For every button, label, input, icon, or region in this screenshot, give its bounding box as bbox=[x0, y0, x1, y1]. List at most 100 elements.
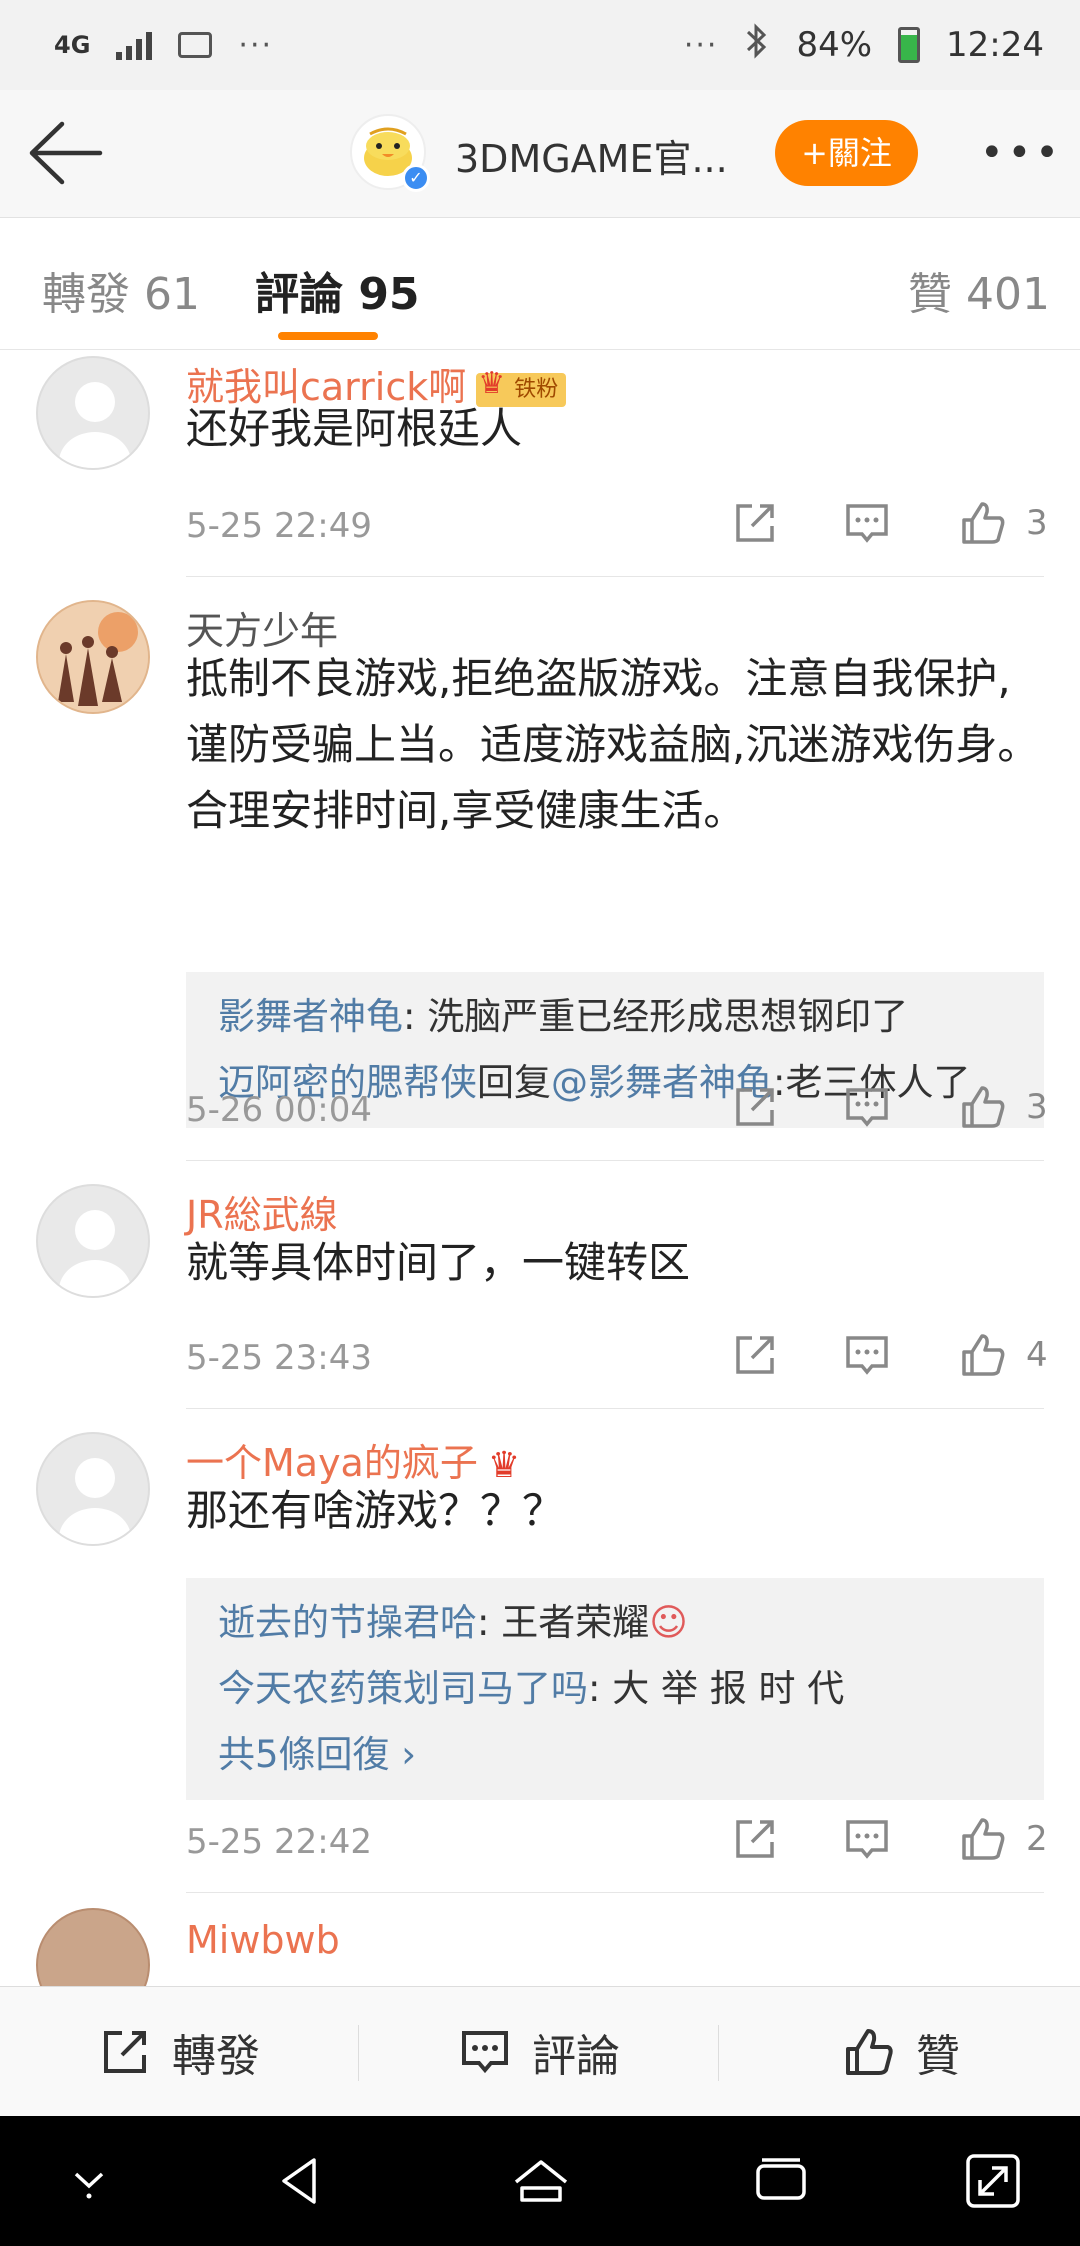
share-icon bbox=[736, 1820, 774, 1858]
account-avatar[interactable]: ✓ bbox=[350, 114, 430, 192]
like-button[interactable]: 2 bbox=[958, 1814, 1048, 1864]
active-tab-indicator bbox=[278, 332, 378, 340]
thumbs-up-icon bbox=[962, 1086, 1005, 1128]
comment-username[interactable]: Miwbwb bbox=[186, 1918, 340, 1962]
system-nav-bar bbox=[0, 2116, 1080, 2246]
recents-icon bbox=[756, 2158, 806, 2200]
comment-text: 还好我是阿根廷人 bbox=[186, 404, 523, 453]
account-title[interactable]: 3DMGAME官... bbox=[455, 128, 728, 183]
share-button[interactable] bbox=[730, 1330, 780, 1380]
share-button[interactable] bbox=[730, 498, 780, 548]
comment-time: 5-25 22:49 bbox=[186, 506, 372, 546]
reply-separator: : bbox=[588, 1667, 613, 1710]
header: ✓ 3DMGAME官... +關注 ••• bbox=[0, 90, 1080, 218]
reply-line: 逝去的节操君哈: 王者荣耀☺ bbox=[218, 1590, 1012, 1656]
clock: 12:24 bbox=[946, 25, 1044, 65]
reply-separator: : bbox=[403, 995, 428, 1038]
status-bar: 4G ··· ··· 84% 12:24 bbox=[0, 0, 1080, 90]
comment-text: 抵制不良游戏,拒绝盗版游戏。注意自我保护,谨防受骗上当。适度游戏益脑,沉迷游戏伤… bbox=[186, 654, 1040, 835]
comment-icon bbox=[846, 1088, 888, 1127]
comment-text: 那还有啥游戏？？？ bbox=[186, 1486, 565, 1535]
tab-reposts[interactable]: 轉發 61 bbox=[42, 258, 200, 322]
follow-button[interactable]: +關注 bbox=[775, 120, 918, 186]
divider bbox=[186, 1408, 1044, 1409]
share-icon bbox=[736, 504, 774, 542]
avatar[interactable] bbox=[36, 1184, 150, 1298]
hide-keyboard-button[interactable] bbox=[56, 2148, 122, 2214]
like-button[interactable]: 4 bbox=[958, 1330, 1048, 1380]
reply-button[interactable] bbox=[842, 498, 892, 548]
reply-line: 影舞者神龟: 洗脑严重已经形成思想钢印了 bbox=[218, 984, 1012, 1050]
repost-label: 轉發 bbox=[172, 2031, 260, 2082]
reply-verb: 回复 bbox=[477, 1061, 551, 1104]
view-all-replies-link[interactable]: 共5條回復 › bbox=[218, 1722, 1012, 1788]
recents-nav-button[interactable] bbox=[748, 2148, 814, 2214]
share-button[interactable] bbox=[730, 1814, 780, 1864]
status-overflow-right: ··· bbox=[683, 27, 719, 63]
tab-likes[interactable]: 贊 401 bbox=[908, 258, 1050, 322]
reply-separator: : bbox=[477, 1601, 502, 1644]
home-nav-button[interactable] bbox=[508, 2148, 574, 2214]
divider bbox=[186, 576, 1044, 577]
bluetooth-icon bbox=[744, 22, 770, 68]
back-button[interactable] bbox=[26, 118, 106, 188]
default-avatar-icon bbox=[59, 1458, 131, 1544]
reply-button[interactable] bbox=[842, 1330, 892, 1380]
reply-preview-box[interactable]: 逝去的节操君哈: 王者荣耀☺ 今天农药策划司马了吗: 大 举 报 时 代 共5條… bbox=[186, 1578, 1044, 1800]
rotate-screen-button[interactable] bbox=[960, 2148, 1026, 2214]
battery-icon bbox=[898, 27, 921, 63]
avatar[interactable] bbox=[36, 1908, 150, 1986]
divider bbox=[186, 1892, 1044, 1893]
status-left: 4G ··· bbox=[54, 28, 273, 63]
comment-time: 5-25 23:43 bbox=[186, 1338, 372, 1378]
like-button[interactable]: 3 bbox=[958, 498, 1048, 548]
comment-feed[interactable]: 就我叫carrick啊 ♛ 铁粉 还好我是阿根廷人 5-25 22:49 3 天方少… bbox=[0, 350, 1080, 1986]
status-overflow: ··· bbox=[238, 27, 274, 63]
reply-username[interactable]: 今天农药策划司马了吗 bbox=[218, 1667, 588, 1710]
avatar[interactable] bbox=[36, 600, 150, 714]
reply-button[interactable] bbox=[842, 1814, 892, 1864]
share-button[interactable] bbox=[730, 1082, 780, 1132]
like-button[interactable]: 3 bbox=[958, 1082, 1048, 1132]
reply-text: 王者荣耀 bbox=[501, 1601, 650, 1644]
comment-time: 5-26 00:04 bbox=[186, 1090, 372, 1130]
share-icon bbox=[736, 1336, 774, 1374]
share-icon bbox=[104, 2031, 146, 2073]
reply-text: 大 举 报 时 代 bbox=[612, 1667, 845, 1710]
comment-text: 就等具体时间了，一键转区 bbox=[186, 1238, 691, 1287]
tab-bar: 轉發 61 評論 95 贊 401 bbox=[0, 218, 1080, 350]
triangle-back-icon bbox=[282, 2158, 316, 2204]
network-indicator: 4G bbox=[54, 31, 91, 59]
reply-line: 今天农药策划司马了吗: 大 举 报 时 代 bbox=[218, 1656, 1012, 1722]
avatar[interactable] bbox=[36, 356, 150, 470]
reply-username[interactable]: 影舞者神龟 bbox=[218, 995, 403, 1038]
reply-button[interactable] bbox=[842, 1082, 892, 1132]
avatar[interactable] bbox=[36, 1432, 150, 1546]
thumbs-up-icon bbox=[962, 502, 1005, 544]
more-options-icon[interactable]: ••• bbox=[980, 130, 1063, 176]
thumbs-up-icon bbox=[962, 1818, 1005, 1860]
home-icon bbox=[514, 2160, 568, 2202]
emoji-icon: ☺ bbox=[649, 1601, 688, 1644]
like-count: 3 bbox=[1026, 1087, 1048, 1127]
comment-button[interactable]: 評論 bbox=[458, 1987, 620, 2117]
like-count: 4 bbox=[1026, 1335, 1048, 1375]
like-button[interactable]: 贊 bbox=[842, 1987, 960, 2117]
repost-button[interactable]: 轉發 bbox=[98, 1987, 260, 2117]
status-right: ··· 84% 12:24 bbox=[683, 22, 1044, 68]
tab-comments[interactable]: 評論 95 bbox=[255, 258, 420, 322]
verified-badge-icon: ✓ bbox=[402, 164, 430, 192]
back-nav-button[interactable] bbox=[268, 2148, 334, 2214]
warriors-avatar-icon bbox=[38, 602, 148, 712]
reply-username[interactable]: 逝去的节操君哈 bbox=[218, 1601, 477, 1644]
comment-icon bbox=[846, 1820, 888, 1859]
comment-label: 評論 bbox=[532, 2031, 620, 2082]
default-avatar-icon bbox=[59, 1210, 131, 1296]
divider bbox=[718, 2025, 719, 2081]
expand-icon bbox=[966, 2154, 1020, 2208]
default-avatar-icon bbox=[59, 382, 131, 468]
divider bbox=[186, 1160, 1044, 1161]
comment-icon bbox=[846, 504, 888, 543]
thumbs-up-icon bbox=[846, 2029, 893, 2075]
battery-percent: 84% bbox=[796, 25, 873, 65]
